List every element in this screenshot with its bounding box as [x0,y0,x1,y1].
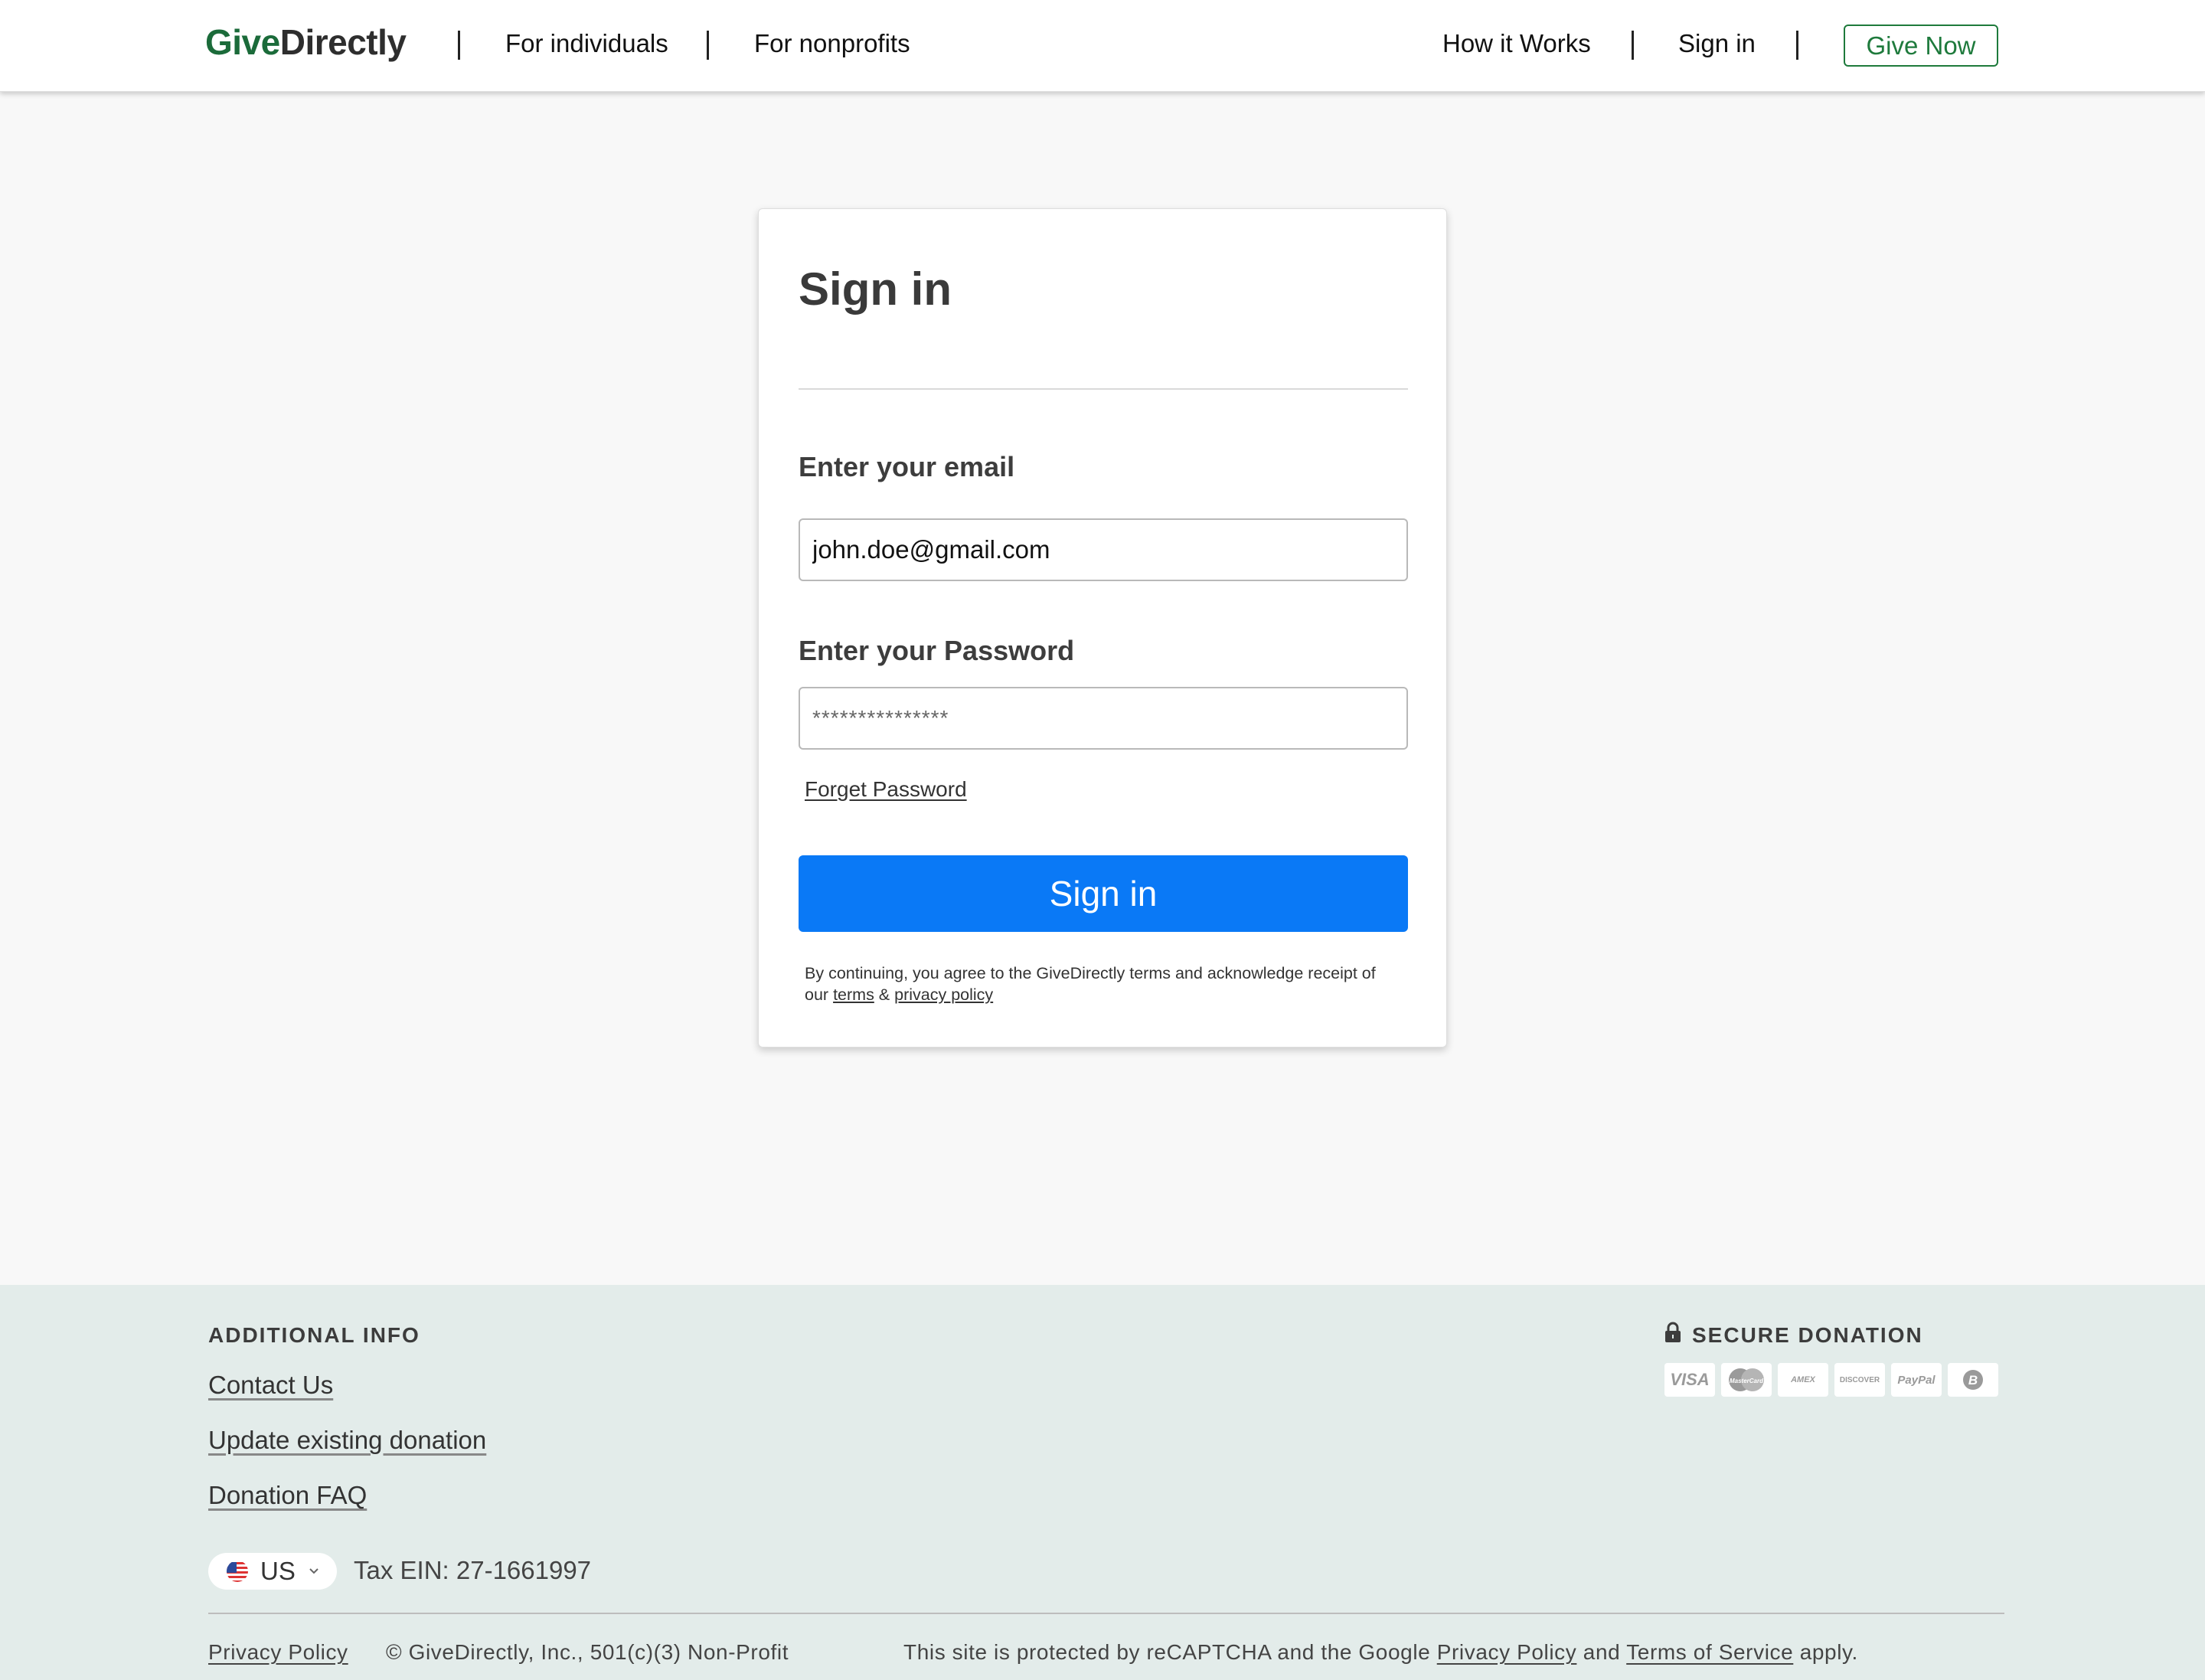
lock-icon [1665,1322,1681,1342]
page-title: Sign in [799,263,952,315]
terms-link[interactable]: terms [833,985,874,1004]
mastercard-wordmark: MasterCard [1730,1378,1764,1384]
us-flag-icon [227,1561,248,1582]
donation-faq-link[interactable]: Donation FAQ [208,1481,367,1510]
additional-info-heading: ADDITIONAL INFO [208,1323,420,1347]
nav-divider [1796,31,1798,60]
email-field[interactable] [799,518,1408,581]
amex-icon: AMEX [1778,1363,1828,1397]
amex-label: AMEX [1791,1375,1815,1384]
google-terms-link[interactable]: Terms of Service [1626,1640,1793,1664]
legal-amp: & [878,985,890,1004]
update-donation-link[interactable]: Update existing donation [208,1426,486,1455]
sign-in-button[interactable]: Sign in [799,855,1408,932]
givedirectly-logo[interactable]: GiveDirectly [205,21,407,63]
bitcoin-logo-icon: B [1963,1370,1983,1390]
recaptcha-text: This site is protected by reCAPTCHA and … [903,1640,1431,1664]
forgot-password-link[interactable]: Forget Password [805,777,967,802]
legal-text: By continuing, you agree to the GiveDire… [805,964,1376,1004]
site-header: GiveDirectly For individuals For nonprof… [0,0,2205,92]
secure-donation-heading: SECURE DONATION [1692,1323,1923,1347]
give-now-button[interactable]: Give Now [1844,25,1998,67]
footer-divider [208,1613,2004,1614]
chevron-down-icon [309,1568,318,1574]
paypal-icon: PayPal [1891,1363,1942,1397]
nav-sign-in[interactable]: Sign in [1678,29,1756,58]
mastercard-logo-icon: MasterCard [1729,1368,1764,1391]
payment-methods: VISA MasterCard AMEX DISCOVER PayPal B [1664,1363,1998,1397]
logo-directly-text: Directly [279,22,407,62]
copyright: © GiveDirectly, Inc., 501(c)(3) Non-Prof… [386,1640,789,1664]
legal-notice: By continuing, you agree to the GiveDire… [805,963,1402,1005]
nav-divider [458,31,460,60]
title-divider [799,388,1408,390]
nav-for-nonprofits[interactable]: For nonprofits [754,29,910,58]
bitcoin-icon: B [1948,1363,1998,1397]
tax-ein: Tax EIN: 27-1661997 [354,1556,592,1584]
visa-icon: VISA [1664,1363,1715,1397]
email-label: Enter your email [799,451,1015,482]
footer-privacy-policy-link[interactable]: Privacy Policy [208,1640,348,1664]
mastercard-icon: MasterCard [1721,1363,1772,1397]
nav-how-it-works[interactable]: How it Works [1442,29,1591,58]
password-label: Enter your Password [799,635,1075,666]
footer-privacy-policy: Privacy Policy [208,1640,348,1665]
password-field[interactable] [799,687,1408,750]
discover-label: DISCOVER [1839,1375,1880,1384]
privacy-policy-link[interactable]: privacy policy [894,985,993,1004]
recaptcha-and: and [1583,1640,1621,1664]
discover-icon: DISCOVER [1834,1363,1885,1397]
google-privacy-policy-link[interactable]: Privacy Policy [1437,1640,1577,1664]
nav-for-individuals[interactable]: For individuals [505,29,668,58]
bitcoin-glyph: B [1968,1373,1978,1387]
contact-us-link[interactable]: Contact Us [208,1371,333,1400]
sign-in-card: Sign in Enter your email Enter your Pass… [758,208,1447,1048]
logo-give-text: Give [205,22,280,62]
recaptcha-apply: apply. [1799,1640,1858,1664]
recaptcha-notice: This site is protected by reCAPTCHA and … [903,1640,1858,1665]
site-footer: ADDITIONAL INFO Contact Us Update existi… [0,1285,2205,1680]
paypal-label: PayPal [1897,1373,1936,1387]
country-code: US [260,1557,296,1585]
nav-divider [707,31,709,60]
nav-divider [1632,31,1634,60]
country-selector[interactable]: US [208,1553,337,1590]
